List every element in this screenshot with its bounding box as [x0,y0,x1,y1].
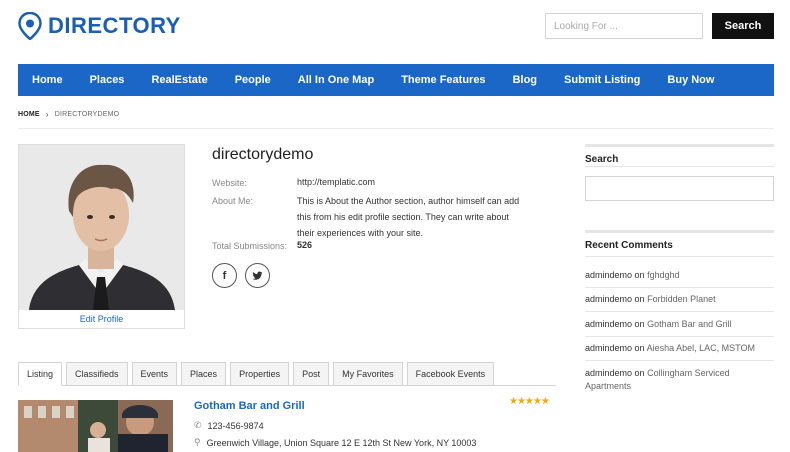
tab-post[interactable]: Post [293,362,330,386]
about-line: this from his edit profile section. They… [297,212,509,222]
listing-tabs: Listing Classifieds Events Places Proper… [18,362,498,386]
comment-item: admindemo on Collingham Serviced Apartme… [585,367,774,393]
listing-thumbnail[interactable] [18,400,173,452]
sidebar-search-title: Search [585,144,774,165]
nav-item-places[interactable]: Places [90,74,125,86]
listing-photo [18,400,173,452]
sidebar-divider [585,287,774,288]
header-search-button[interactable]: Search [712,13,774,39]
sidebar-divider [585,360,774,361]
tab-classifieds[interactable]: Classifieds [66,362,128,386]
comment-author[interactable]: admindemo [585,368,632,378]
facebook-icon[interactable]: f [212,263,237,288]
listing-phone: ✆ 123-456-9874 [194,420,264,431]
nav-item-blog[interactable]: Blog [513,74,537,86]
author-avatar [19,145,184,310]
submissions-count: 526 [297,240,313,250]
comment-on: on [634,343,645,353]
tab-places[interactable]: Places [181,362,227,386]
header-search-input[interactable]: Looking For ... [545,13,703,39]
listing-phone-value: 123-456-9874 [207,420,264,431]
recent-comments-title: Recent Comments [585,230,774,251]
comment-target[interactable]: Forbidden Planet [647,294,716,304]
nav-item-buy-now[interactable]: Buy Now [667,74,714,86]
breadcrumb-current: DIRECTORYDEMO [54,111,120,118]
listing-title[interactable]: Gotham Bar and Grill [194,400,305,412]
edit-profile-link[interactable]: Edit Profile [19,314,184,324]
tab-facebook-events[interactable]: Facebook Events [406,362,495,386]
breadcrumb-chevron-icon: › [45,110,49,119]
comment-target[interactable]: Aiesha Abel, LAC, MSTOM [647,343,755,353]
comment-target[interactable]: Gotham Bar and Grill [647,319,732,329]
nav-item-all-in-one-map[interactable]: All In One Map [298,74,374,86]
comment-item: admindemo on Forbidden Planet [585,293,774,306]
sidebar-divider [585,256,774,257]
tab-listing[interactable]: Listing [18,362,63,386]
comment-item: admindemo on Gotham Bar and Grill [585,318,774,331]
comment-item: admindemo on Aiesha Abel, LAC, MSTOM [585,342,774,355]
map-pin-icon [18,12,42,40]
tab-my-favorites[interactable]: My Favorites [333,362,403,386]
site-logo[interactable]: DIRECTORY [18,12,181,40]
submissions-label: Total Submissions: [212,241,288,251]
nav-item-submit-listing[interactable]: Submit Listing [564,74,640,86]
tab-properties[interactable]: Properties [230,362,290,386]
about-label: About Me: [212,196,254,206]
author-name: directorydemo [212,146,314,163]
comment-author[interactable]: admindemo [585,319,632,329]
nav-item-home[interactable]: Home [32,74,63,86]
nav-item-people[interactable]: People [235,74,271,86]
sidebar-divider [585,166,774,167]
breadcrumb-home[interactable]: HOME [18,111,40,118]
listing-address-value: Greenwich Village, Union Square 12 E 12t… [206,437,477,448]
comment-author[interactable]: admindemo [585,343,632,353]
listing-address: ⚲ Greenwich Village, Union Square 12 E 1… [194,437,476,448]
sidebar-divider [585,336,774,337]
nav-item-realestate[interactable]: RealEstate [151,74,207,86]
twitter-icon[interactable] [245,263,270,288]
tab-events[interactable]: Events [131,362,178,386]
logo-text: DIRECTORY [48,13,181,38]
nav-item-theme-features[interactable]: Theme Features [401,74,485,86]
website-link[interactable]: http://templatic.com [297,174,375,190]
location-icon: ⚲ [194,437,201,447]
comment-on: on [634,294,645,304]
sidebar-search-input[interactable] [585,176,774,201]
comment-on: on [634,270,645,280]
about-line: This is About the Author section, author… [297,196,520,206]
rating-stars: ★★★★★ [509,396,550,407]
breadcrumb: HOME › DIRECTORYDEMO [18,110,119,119]
comment-on: on [634,368,645,378]
phone-icon: ✆ [194,420,202,430]
about-text: This is About the Author section, author… [297,193,519,241]
website-label: Website: [212,178,247,188]
comment-on: on [634,319,645,329]
comment-item: admindemo on fghdghd [585,269,774,282]
divider [18,128,774,129]
comment-target[interactable]: fghdghd [647,270,680,280]
about-line: their experiences with your site. [297,228,424,238]
comment-author[interactable]: admindemo [585,294,632,304]
main-nav: Home Places RealEstate People All In One… [18,64,774,96]
author-photo-card: Edit Profile [18,144,185,329]
comment-author[interactable]: admindemo [585,270,632,280]
twitter-bird-icon [252,271,263,280]
sidebar-divider [585,311,774,312]
